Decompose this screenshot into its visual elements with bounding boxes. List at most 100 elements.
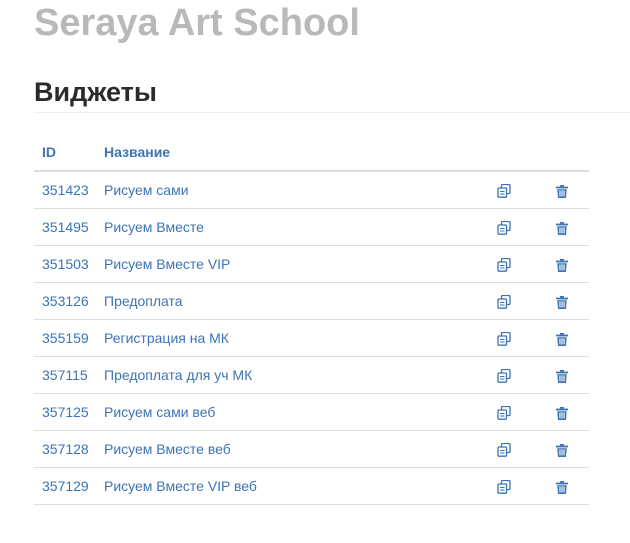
copy-widget-button[interactable] xyxy=(497,332,511,346)
widgets-table: ID Название 351423 Рисуем сами 351495 Ри… xyxy=(34,133,589,505)
copy-widget-button[interactable] xyxy=(497,295,511,309)
copy-cell xyxy=(474,467,534,505)
widget-name-link[interactable]: Рисуем Вместе веб xyxy=(104,441,231,457)
table-row: 353126 Предоплата xyxy=(34,282,589,320)
delete-cell xyxy=(534,319,589,357)
widget-id-cell: 355159 xyxy=(34,319,96,357)
widget-name-link[interactable]: Рисуем сами xyxy=(104,182,189,198)
copy-cell xyxy=(474,282,534,320)
widget-name-cell: Регистрация на МК xyxy=(96,319,474,357)
widget-id-link[interactable]: 351503 xyxy=(42,256,89,272)
column-header-name[interactable]: Название xyxy=(96,133,474,172)
delete-cell xyxy=(534,245,589,283)
copy-icon xyxy=(497,184,511,198)
widget-id-link[interactable]: 357128 xyxy=(42,441,89,457)
widget-name-link[interactable]: Предоплата xyxy=(104,293,183,309)
copy-widget-button[interactable] xyxy=(497,443,511,457)
widget-name-cell: Рисуем Вместе VIP xyxy=(96,245,474,283)
trash-icon xyxy=(555,406,568,420)
delete-widget-button[interactable] xyxy=(555,258,568,272)
table-row: 357125 Рисуем сами веб xyxy=(34,393,589,431)
delete-cell xyxy=(534,282,589,320)
table-row: 351495 Рисуем Вместе xyxy=(34,208,589,246)
widget-name-cell: Рисуем Вместе xyxy=(96,208,474,246)
copy-cell xyxy=(474,208,534,246)
copy-widget-button[interactable] xyxy=(497,369,511,383)
widget-id-cell: 357115 xyxy=(34,356,96,394)
column-header-delete xyxy=(534,133,589,172)
widget-id-cell: 351423 xyxy=(34,171,96,209)
widget-name-link[interactable]: Рисуем Вместе VIP веб xyxy=(104,478,257,494)
copy-icon xyxy=(497,480,511,494)
trash-icon xyxy=(555,332,568,346)
widget-id-cell: 357129 xyxy=(34,467,96,505)
delete-cell xyxy=(534,430,589,468)
widget-id-link[interactable]: 357129 xyxy=(42,478,89,494)
delete-widget-button[interactable] xyxy=(555,406,568,420)
delete-widget-button[interactable] xyxy=(555,295,568,309)
table-row: 351423 Рисуем сами xyxy=(34,171,589,209)
copy-icon xyxy=(497,258,511,272)
trash-icon xyxy=(555,295,568,309)
trash-icon xyxy=(555,258,568,272)
trash-icon xyxy=(555,369,568,383)
widget-name-cell: Рисуем Вместе VIP веб xyxy=(96,467,474,505)
trash-icon xyxy=(555,480,568,494)
table-row: 357129 Рисуем Вместе VIP веб xyxy=(34,467,589,505)
widget-id-cell: 351495 xyxy=(34,208,96,246)
copy-icon xyxy=(497,369,511,383)
copy-cell xyxy=(474,245,534,283)
delete-cell xyxy=(534,356,589,394)
trash-icon xyxy=(555,443,568,457)
table-body: 351423 Рисуем сами 351495 Рисуем Вместе … xyxy=(34,171,589,505)
delete-widget-button[interactable] xyxy=(555,184,568,198)
widget-id-cell: 353126 xyxy=(34,282,96,320)
copy-widget-button[interactable] xyxy=(497,184,511,198)
title-divider xyxy=(34,112,630,113)
delete-widget-button[interactable] xyxy=(555,332,568,346)
delete-widget-button[interactable] xyxy=(555,369,568,383)
copy-widget-button[interactable] xyxy=(497,221,511,235)
widget-id-link[interactable]: 355159 xyxy=(42,330,89,346)
copy-cell xyxy=(474,171,534,209)
widget-id-link[interactable]: 353126 xyxy=(42,293,89,309)
widget-name-link[interactable]: Рисуем сами веб xyxy=(104,404,215,420)
copy-widget-button[interactable] xyxy=(497,258,511,272)
copy-icon xyxy=(497,406,511,420)
widget-id-cell: 351503 xyxy=(34,245,96,283)
delete-widget-button[interactable] xyxy=(555,221,568,235)
copy-cell xyxy=(474,393,534,431)
trash-icon xyxy=(555,184,568,198)
table-row: 357115 Предоплата для уч МК xyxy=(34,356,589,394)
column-header-id[interactable]: ID xyxy=(34,133,96,172)
copy-widget-button[interactable] xyxy=(497,480,511,494)
copy-widget-button[interactable] xyxy=(497,406,511,420)
widget-id-link[interactable]: 357115 xyxy=(42,367,88,383)
column-header-copy xyxy=(474,133,534,172)
delete-widget-button[interactable] xyxy=(555,480,568,494)
widget-name-cell: Рисуем сами xyxy=(96,171,474,209)
page-title: Виджеты xyxy=(34,77,157,107)
trash-icon xyxy=(555,221,568,235)
delete-cell xyxy=(534,467,589,505)
widget-name-link[interactable]: Рисуем Вместе VIP xyxy=(104,256,230,272)
copy-cell xyxy=(474,319,534,357)
widget-id-link[interactable]: 351495 xyxy=(42,219,89,235)
widget-id-link[interactable]: 351423 xyxy=(42,182,89,198)
widget-name-cell: Рисуем Вместе веб xyxy=(96,430,474,468)
copy-icon xyxy=(497,295,511,309)
widget-id-cell: 357128 xyxy=(34,430,96,468)
copy-icon xyxy=(497,332,511,346)
delete-cell xyxy=(534,393,589,431)
delete-widget-button[interactable] xyxy=(555,443,568,457)
widget-name-link[interactable]: Регистрация на МК xyxy=(104,330,229,346)
table-row: 355159 Регистрация на МК xyxy=(34,319,589,357)
delete-cell xyxy=(534,171,589,209)
widget-name-cell: Предоплата xyxy=(96,282,474,320)
delete-cell xyxy=(534,208,589,246)
copy-icon xyxy=(497,443,511,457)
copy-icon xyxy=(497,221,511,235)
widget-name-link[interactable]: Предоплата для уч МК xyxy=(104,367,252,383)
widget-name-link[interactable]: Рисуем Вместе xyxy=(104,219,204,235)
widget-id-link[interactable]: 357125 xyxy=(42,404,89,420)
